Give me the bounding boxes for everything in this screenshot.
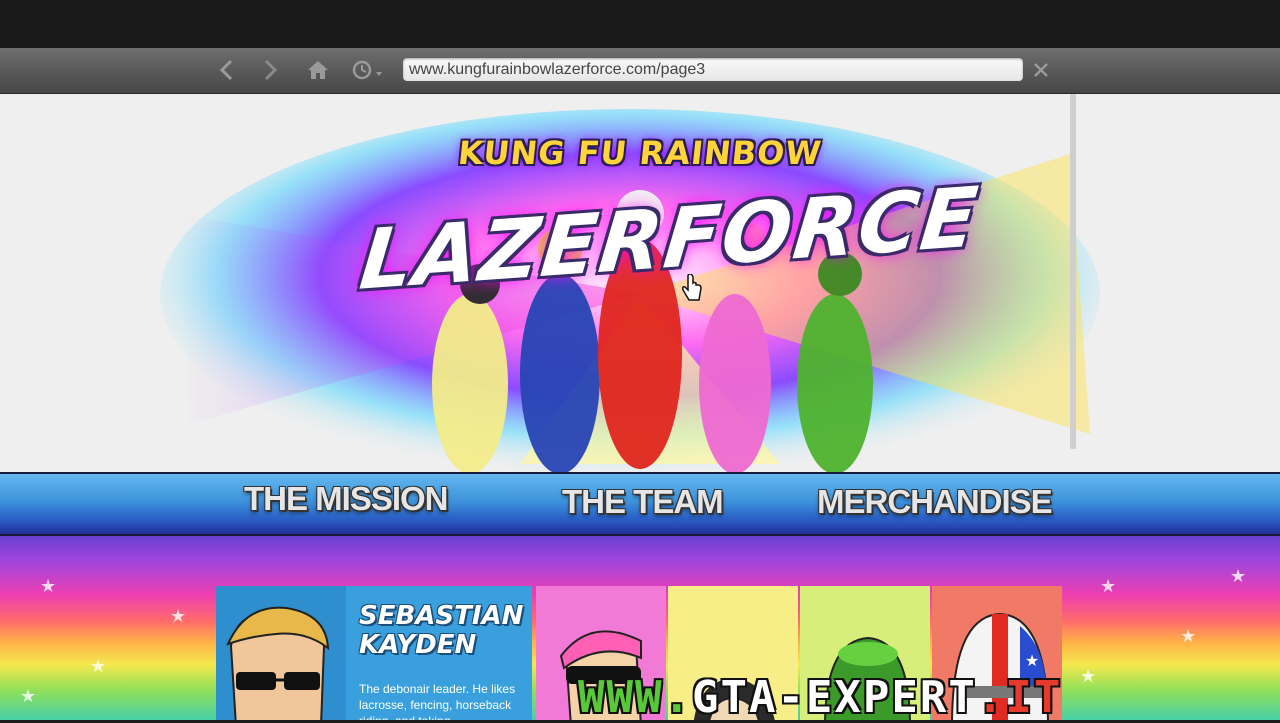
web-page: KUNG FU RAINBOW LAZERFORCE THE MISSION T… <box>0 94 1280 720</box>
watermark: WWW.GTA-EXPERT.IT <box>578 676 1278 720</box>
watermark-domain: GTA-EXPERT <box>691 672 977 723</box>
star-decoration: ★ <box>40 576 57 596</box>
team-card-featured[interactable]: SEBASTIAN KAYDEN The debonair leader. He… <box>216 586 532 720</box>
member-first-name: SEBASTIAN <box>359 601 524 631</box>
star-decoration: ★ <box>1230 566 1247 586</box>
top-letterbox <box>0 0 1280 48</box>
browser-toolbar: www.kungfurainbowlazerforce.com/page3 <box>0 48 1280 94</box>
watermark-suffix: .IT <box>976 672 1063 723</box>
address-bar[interactable]: www.kungfurainbowlazerforce.com/page3 <box>403 58 1023 81</box>
home-icon[interactable] <box>304 56 332 84</box>
history-icon[interactable] <box>350 56 386 84</box>
scrollbar[interactable] <box>1070 94 1076 449</box>
logo-top-text: KUNG FU RAINBOW <box>456 134 824 172</box>
member-description: The debonair leader. He likes lacrosse, … <box>359 682 516 720</box>
close-icon[interactable] <box>1027 56 1055 84</box>
hero-banner: KUNG FU RAINBOW LAZERFORCE <box>0 94 1280 472</box>
star-decoration: ★ <box>1100 576 1117 596</box>
watermark-prefix: WWW. <box>578 672 692 723</box>
forward-icon[interactable] <box>256 56 284 84</box>
member-last-name: KAYDEN <box>359 630 477 660</box>
star-decoration: ★ <box>1180 626 1197 646</box>
hand-cursor-icon <box>682 274 702 301</box>
svg-text:★: ★ <box>1025 653 1039 670</box>
site-nav: THE MISSION THE TEAM MERCHANDISE <box>0 472 1280 536</box>
back-icon[interactable] <box>213 56 241 84</box>
star-decoration: ★ <box>170 606 187 626</box>
nav-the-mission[interactable]: THE MISSION <box>244 480 449 518</box>
member-portrait <box>216 586 346 720</box>
star-decoration: ★ <box>90 656 107 676</box>
star-decoration: ★ <box>20 686 37 706</box>
member-name: SEBASTIAN KAYDEN <box>359 602 529 660</box>
nav-the-team[interactable]: THE TEAM <box>562 483 724 521</box>
nav-merchandise[interactable]: MERCHANDISE <box>817 483 1053 521</box>
